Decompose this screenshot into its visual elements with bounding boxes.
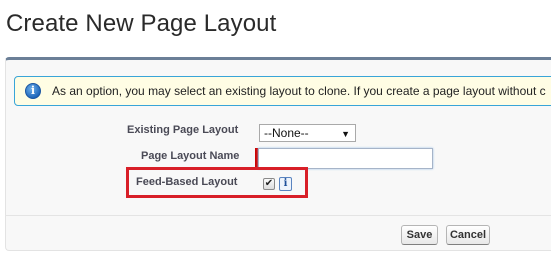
info-message-text: As an option, you may select an existing… (52, 84, 546, 98)
dropdown-arrow-icon: ▼ (341, 129, 350, 139)
existing-page-layout-selected-value: --None-- (264, 126, 309, 140)
info-message-box: i As an option, you may select an existi… (14, 76, 551, 106)
save-button[interactable]: Save (401, 225, 438, 245)
feed-based-highlight-box (126, 167, 308, 198)
button-divider (5, 215, 551, 216)
cancel-button[interactable]: Cancel (446, 225, 490, 245)
page-title: Create New Page Layout (6, 10, 277, 37)
page-layout-name-label: Page Layout Name (141, 150, 240, 162)
existing-page-layout-select[interactable]: --None-- ▼ (259, 124, 356, 142)
page-layout-name-input[interactable] (258, 148, 433, 169)
existing-page-layout-label: Existing Page Layout (127, 124, 239, 136)
info-icon: i (25, 83, 41, 99)
